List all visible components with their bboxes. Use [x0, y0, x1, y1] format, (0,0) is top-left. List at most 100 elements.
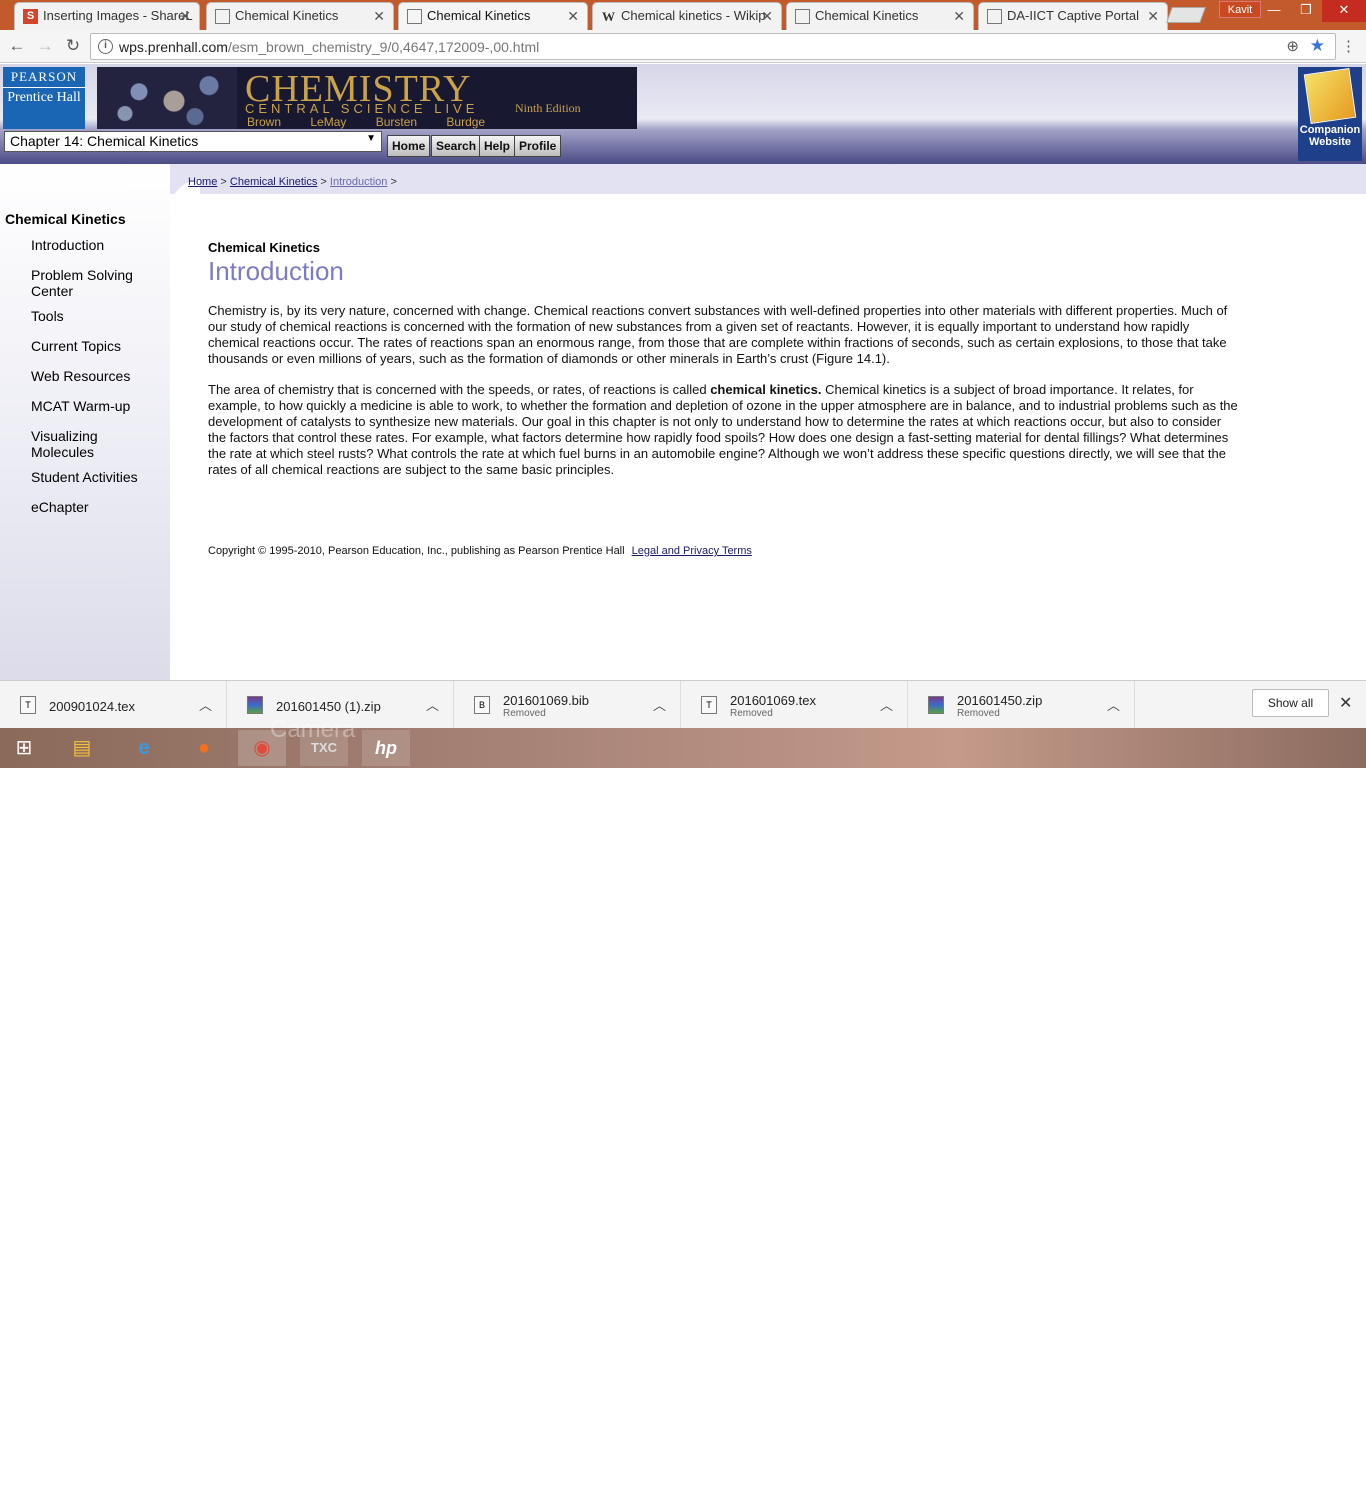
info-icon[interactable]: i: [98, 39, 113, 54]
minimize-icon[interactable]: —: [1258, 0, 1290, 22]
tab-inserting-images[interactable]: S Inserting Images - ShareL ✕: [14, 2, 200, 30]
copyright-footer: Copyright © 1995-2010, Pearson Education…: [208, 545, 752, 557]
system-tray: ▮▟◀: [1186, 1466, 1241, 1480]
hp-icon[interactable]: hp: [362, 730, 410, 766]
sidebar-item-current-topics[interactable]: Current Topics: [31, 338, 161, 354]
page-title: Introduction: [208, 256, 344, 286]
internet-explorer-icon[interactable]: e: [120, 730, 168, 766]
camera-watermark: Camera: [270, 716, 356, 743]
sidebar-item-problem-solving-center[interactable]: Problem Solving Center: [31, 267, 161, 299]
browser-tab-strip: S Inserting Images - ShareL ✕ Chemical K…: [0, 0, 1366, 30]
page-favicon-icon: [215, 9, 230, 24]
sidebar-item-student-activities[interactable]: Student Activities: [31, 469, 161, 485]
profile-button[interactable]: Profile: [514, 135, 562, 157]
zoom-magnifier-icon[interactable]: ⊕: [1286, 37, 1299, 55]
logo-edition: Ninth Edition: [515, 101, 581, 115]
companion-website-logo[interactable]: Companion Website: [1298, 67, 1362, 161]
back-arrow-icon[interactable]: ←: [6, 36, 28, 56]
close-shelf-icon[interactable]: ✕: [1339, 693, 1352, 713]
close-tab-icon[interactable]: ✕: [1147, 3, 1159, 29]
tab-chemical-kinetics-active[interactable]: Chemical Kinetics ✕: [398, 2, 588, 30]
tab-chemical-kinetics-1[interactable]: Chemical Kinetics ✕: [206, 2, 394, 30]
wikipedia-favicon-icon: W: [602, 9, 615, 24]
bookmark-star-icon[interactable]: ★: [1310, 36, 1325, 56]
close-window-icon[interactable]: ✕: [1322, 0, 1366, 22]
close-tab-icon[interactable]: ✕: [567, 3, 579, 29]
new-tab-button[interactable]: [1166, 7, 1206, 23]
profile-badge[interactable]: Kavit: [1219, 1, 1261, 18]
sidebar-item-visualizing-molecules[interactable]: Visualizing Molecules: [31, 428, 131, 460]
tab-title: Chemical kinetics - Wikip: [621, 8, 766, 23]
pearson-wordmark: PEARSON: [3, 67, 85, 88]
tab-wikipedia[interactable]: W Chemical kinetics - Wikip ✕: [592, 2, 782, 30]
url-text[interactable]: wps.prenhall.com/esm_brown_chemistry_9/0…: [119, 39, 539, 55]
search-button[interactable]: Search: [431, 135, 482, 157]
content-kicker: Chemical Kinetics: [208, 240, 320, 255]
sidebar-item-introduction[interactable]: Introduction: [31, 237, 161, 253]
sidebar-heading: Chemical Kinetics: [5, 211, 126, 227]
sidebar-item-web-resources[interactable]: Web Resources: [31, 368, 161, 384]
breadcrumb-current-link[interactable]: Introduction: [330, 176, 387, 188]
close-tab-icon[interactable]: ✕: [373, 3, 385, 29]
main-content: Chemical Kinetics Introduction Chemistry…: [208, 240, 1238, 478]
download-item[interactable]: 201601450.zip Removed ︿: [908, 681, 1135, 729]
clock-date: 27-10-2017: [1291, 1476, 1349, 1488]
close-tab-icon[interactable]: ✕: [179, 3, 191, 29]
sidebar-item-tools[interactable]: Tools: [31, 308, 161, 324]
breadcrumb-section-link[interactable]: Chemical Kinetics: [230, 176, 317, 188]
maximize-icon[interactable]: ❐: [1290, 0, 1322, 22]
download-status: Removed: [957, 708, 1000, 719]
pearson-logo[interactable]: PEARSON Prentice Hall: [3, 67, 85, 129]
page-favicon-icon: [407, 9, 422, 24]
zip-file-icon: [247, 696, 263, 714]
companion-line1: Companion: [1299, 124, 1361, 136]
tab-chemical-kinetics-2[interactable]: Chemical Kinetics ✕: [786, 2, 974, 30]
logo-authors: Brown LeMay Bursten Burdge: [247, 115, 486, 129]
book-icon: [1303, 68, 1357, 124]
chevron-up-icon[interactable]: ︿: [653, 695, 666, 714]
chevron-up-icon[interactable]: ︿: [199, 695, 212, 714]
tex-file-icon: T: [20, 696, 36, 714]
show-all-downloads-button[interactable]: Show all: [1252, 689, 1329, 717]
para2-bold-term: chemical kinetics.: [710, 382, 822, 397]
home-button[interactable]: Home: [387, 135, 431, 157]
windows-start-icon[interactable]: ⊞: [0, 730, 48, 766]
tab-captive-portal[interactable]: DA-IICT Captive Portal ✕: [978, 2, 1168, 30]
breadcrumb-separator: >: [390, 176, 397, 188]
chevron-down-icon: ▼: [366, 133, 376, 144]
close-tab-icon[interactable]: ✕: [761, 3, 773, 29]
file-explorer-icon[interactable]: ▤: [58, 730, 106, 766]
firefox-icon[interactable]: ●: [180, 730, 228, 766]
forward-arrow-icon[interactable]: →: [34, 36, 56, 56]
chevron-up-icon[interactable]: ︿: [1107, 695, 1120, 714]
browser-menu-icon[interactable]: ⋮: [1341, 37, 1356, 55]
download-item[interactable]: B 201601069.bib Removed ︿: [454, 681, 681, 729]
chevron-up-icon[interactable]: ︿: [880, 695, 893, 714]
chevron-up-icon[interactable]: ︿: [426, 695, 439, 714]
url-path: /esm_brown_chemistry_9/0,4647,172009-,00…: [227, 39, 540, 55]
download-item[interactable]: T 200901024.tex ︿: [0, 681, 227, 729]
para2-text-before: The area of chemistry that is concerned …: [208, 382, 711, 397]
molecule-image: [97, 67, 237, 129]
chapter-select[interactable]: Chapter 14: Chemical Kinetics ▼: [4, 131, 382, 152]
close-tab-icon[interactable]: ✕: [953, 3, 965, 29]
legal-privacy-link[interactable]: Legal and Privacy Terms: [632, 545, 752, 557]
download-filename: 201601069.bib: [503, 693, 590, 708]
tab-title: DA-IICT Captive Portal: [1007, 8, 1139, 23]
system-clock[interactable]: 09:22 PM 27-10-2017: [1284, 1460, 1356, 1490]
battery-icon[interactable]: ▮: [1186, 1466, 1203, 1480]
help-button[interactable]: Help: [479, 135, 516, 157]
tab-title: Chemical Kinetics: [235, 8, 339, 23]
breadcrumb-home-link[interactable]: Home: [188, 176, 217, 188]
volume-icon[interactable]: ◀: [1222, 1466, 1241, 1480]
bib-file-icon: B: [474, 696, 490, 714]
signal-icon[interactable]: ▟: [1203, 1466, 1222, 1480]
download-item[interactable]: T 201601069.tex Removed ︿: [681, 681, 908, 729]
address-bar[interactable]: i wps.prenhall.com/esm_brown_chemistry_9…: [90, 33, 1336, 60]
sidebar-item-mcat-warm-up[interactable]: MCAT Warm-up: [31, 398, 161, 414]
browser-toolbar: ← → ↻ i wps.prenhall.com/esm_brown_chemi…: [0, 30, 1366, 63]
sidebar-item-echapter[interactable]: eChapter: [31, 499, 161, 515]
intro-paragraph-1: Chemistry is, by its very nature, concer…: [208, 303, 1228, 366]
sidebar: Chemical Kinetics Introduction Problem S…: [0, 164, 170, 680]
reload-icon[interactable]: ↻: [62, 36, 84, 56]
